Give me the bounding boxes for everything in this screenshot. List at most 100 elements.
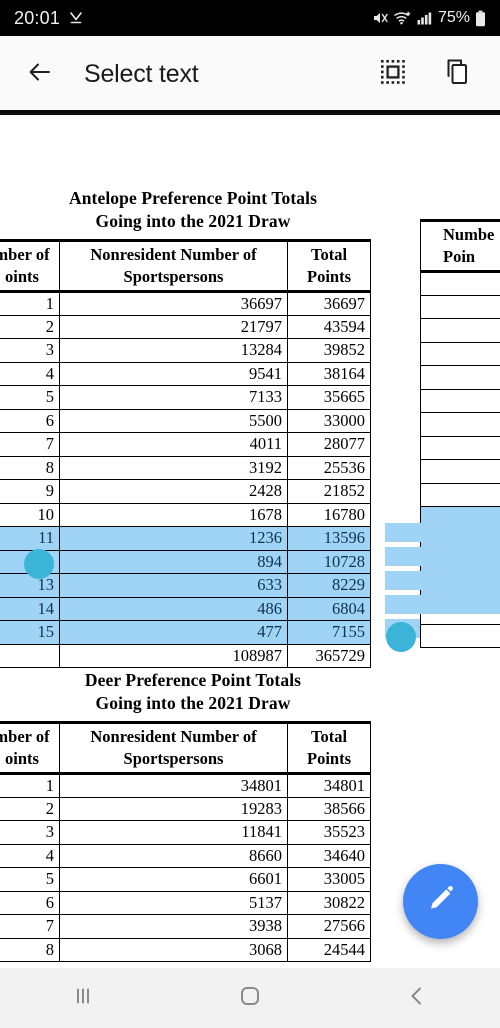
right-table-row[interactable] (420, 294, 500, 319)
right-header-row: Numbe Poin (420, 219, 500, 273)
deer-row[interactable]: 3 11841 35523 (0, 820, 371, 845)
right-table-row[interactable] (420, 318, 500, 343)
right-table-row[interactable] (420, 388, 500, 413)
antelope-header-row: mber of oints Nonresident Number of Spor… (0, 239, 371, 293)
page-title: Select text (84, 60, 199, 88)
antelope-table[interactable]: mber of oints Nonresident Number of Spor… (0, 239, 371, 668)
antelope-total-cell: 35665 (287, 385, 371, 410)
antelope-total-cell: 25536 (287, 455, 371, 480)
antelope-row[interactable]: 8 3192 25536 (0, 455, 371, 480)
antelope-row[interactable]: 4 9541 38164 (0, 361, 371, 386)
antelope-row[interactable]: 3 13284 39852 (0, 338, 371, 363)
antelope-total-cell: 38164 (287, 361, 371, 386)
right-table-cell (420, 482, 500, 507)
antelope-col-sport-l1: Nonresident Number of (90, 245, 257, 264)
deer-col-sport-l2: Sportspersons (123, 749, 224, 768)
edit-fab-button[interactable] (403, 864, 478, 939)
nav-back-button[interactable] (333, 968, 500, 1028)
right-table-cell (420, 341, 500, 366)
antelope-row[interactable]: 6 5500 33000 (0, 408, 371, 433)
antelope-sportspersons-cell: 13284 (59, 338, 288, 363)
antelope-points-cell: 2 (0, 314, 60, 339)
deer-col-points-l1: mber of (0, 727, 50, 746)
antelope-row[interactable]: 15 477 7155 (0, 620, 371, 645)
antelope-points-cell: 13 (0, 573, 60, 598)
right-table-cell (420, 318, 500, 343)
app-toolbar: Select text (0, 36, 500, 113)
antelope-row[interactable]: 108987 365729 (0, 643, 371, 668)
right-table-body (420, 271, 500, 648)
antelope-row[interactable]: 7 4011 28077 (0, 432, 371, 457)
right-table-row[interactable] (420, 506, 500, 531)
antelope-row[interactable]: 9 2428 21852 (0, 479, 371, 504)
deer-col-total-l2: Points (306, 749, 351, 768)
deer-row[interactable]: 2 19283 38566 (0, 796, 371, 821)
right-table-cell (420, 365, 500, 390)
antelope-sportspersons-cell: 108987 (59, 643, 288, 668)
antelope-row[interactable]: 2 21797 43594 (0, 314, 371, 339)
right-table-row[interactable] (420, 412, 500, 437)
antelope-row[interactable]: 11 1236 13596 (0, 526, 371, 551)
deer-row[interactable]: 8 3068 24544 (0, 937, 371, 962)
antelope-sportspersons-cell: 894 (59, 549, 288, 574)
antelope-row[interactable]: 14 486 6804 (0, 596, 371, 621)
deer-points-cell: 3 (0, 820, 60, 845)
antelope-row[interactable]: 13 633 8229 (0, 573, 371, 598)
deer-row[interactable]: 7 3938 27566 (0, 914, 371, 939)
right-table-row[interactable] (420, 623, 500, 648)
antelope-sportspersons-cell: 477 (59, 620, 288, 645)
antelope-col-total: Total Points (287, 239, 371, 293)
right-table-row[interactable] (420, 553, 500, 578)
deer-sportspersons-cell: 5137 (59, 890, 288, 915)
deer-row[interactable]: 5 6601 33005 (0, 867, 371, 892)
antelope-col-points-l1: mber of (0, 245, 50, 264)
right-table-row[interactable] (420, 529, 500, 554)
deer-points-cell: 5 (0, 867, 60, 892)
right-table-row[interactable] (420, 482, 500, 507)
copy-button[interactable] (438, 58, 472, 92)
deer-points-cell: 4 (0, 843, 60, 868)
deer-row[interactable]: 4 8660 34640 (0, 843, 371, 868)
nav-home-button[interactable] (167, 968, 334, 1028)
right-table-row[interactable] (420, 576, 500, 601)
right-table-cell (420, 623, 500, 648)
antelope-row[interactable]: 10 1678 16780 (0, 502, 371, 527)
deer-row[interactable]: 1 34801 34801 (0, 773, 371, 798)
select-all-button[interactable] (376, 58, 410, 92)
right-table-row[interactable] (420, 459, 500, 484)
deer-table[interactable]: mber of oints Nonresident Number of Spor… (0, 721, 371, 962)
deer-row[interactable]: 6 5137 30822 (0, 890, 371, 915)
selection-handle-end[interactable] (386, 622, 416, 652)
toolbar-actions (376, 58, 480, 92)
antelope-row[interactable]: 1 36697 36697 (0, 291, 371, 316)
right-table-row[interactable] (420, 271, 500, 296)
status-bar: 20:01 75% (0, 0, 500, 36)
antelope-total-cell: 43594 (287, 314, 371, 339)
antelope-sportspersons-cell: 21797 (59, 314, 288, 339)
right-table-row[interactable] (420, 341, 500, 366)
antelope-sportspersons-cell: 486 (59, 596, 288, 621)
right-table-cell (420, 600, 500, 625)
antelope-total-cell: 28077 (287, 432, 371, 457)
right-table-cell (420, 553, 500, 578)
antelope-total-cell: 21852 (287, 479, 371, 504)
nav-recents-button[interactable] (0, 968, 167, 1028)
document-viewport[interactable]: Antelope Preference Point Totals Going i… (0, 115, 500, 968)
right-clipped-table[interactable]: Numbe Poin (420, 219, 500, 648)
right-table-row[interactable] (420, 365, 500, 390)
deer-total-cell: 27566 (287, 914, 371, 939)
right-table-row[interactable] (420, 435, 500, 460)
deer-points-cell: 7 (0, 914, 60, 939)
antelope-col-total-l1: Total (310, 245, 348, 264)
right-table-row[interactable] (420, 600, 500, 625)
antelope-points-cell: 12 (0, 549, 60, 574)
back-button[interactable] (20, 55, 60, 95)
right-table-cell (420, 435, 500, 460)
antelope-sportspersons-cell: 7133 (59, 385, 288, 410)
antelope-row[interactable]: 12 894 10728 (0, 549, 371, 574)
nav-back-icon (404, 983, 430, 1014)
antelope-points-cell: 9 (0, 479, 60, 504)
deer-col-total-l1: Total (310, 727, 348, 746)
antelope-total-cell: 16780 (287, 502, 371, 527)
antelope-row[interactable]: 5 7133 35665 (0, 385, 371, 410)
